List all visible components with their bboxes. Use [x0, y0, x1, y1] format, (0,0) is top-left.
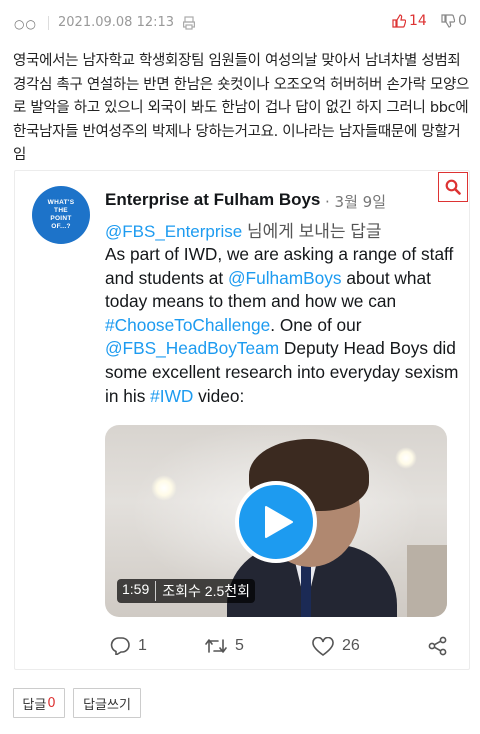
- avatar-text-line: THE: [54, 207, 68, 214]
- print-icon[interactable]: [183, 15, 196, 30]
- video-view-count: 조회수 2.5천회: [162, 583, 251, 599]
- tweet-share-button[interactable]: [428, 635, 448, 657]
- video-light: [151, 475, 177, 501]
- video-light: [395, 447, 417, 469]
- tweet-retweet-button[interactable]: 5: [205, 635, 244, 657]
- play-icon: [265, 506, 293, 538]
- tweet-video[interactable]: 1:59 조회수 2.5천회: [105, 425, 447, 617]
- comments-button[interactable]: 답글 0: [13, 688, 65, 718]
- menu-dots-icon[interactable]: ○○: [14, 17, 37, 31]
- upvote-count: 14: [409, 13, 427, 29]
- video-info-badge: 1:59 조회수 2.5천회: [117, 579, 256, 603]
- tweet-author-avatar[interactable]: WHAT'S THE POINT OF...?: [32, 186, 90, 244]
- post-header: ○○ 2021.09.08 12:13 14 0: [0, 0, 480, 44]
- upvote-button[interactable]: 14: [392, 13, 427, 29]
- avatar-text-line: WHAT'S: [47, 199, 75, 206]
- video-duration: 1:59: [122, 581, 150, 597]
- comment-icon: [110, 637, 130, 655]
- video-door: [407, 545, 447, 617]
- avatar-text-line: POINT: [50, 215, 72, 222]
- retweet-count: 5: [235, 637, 244, 654]
- tweet-date[interactable]: · 3월 9일: [325, 191, 386, 212]
- mention-link[interactable]: @FulhamBoys: [228, 268, 342, 288]
- comments-label: 답글: [22, 697, 47, 713]
- heart-icon: [312, 636, 334, 656]
- like-count: 26: [342, 637, 360, 654]
- downvote-count: 0: [458, 13, 467, 29]
- avatar-text-line: OF...?: [51, 223, 71, 230]
- tweet-reply-button[interactable]: 1: [110, 635, 147, 657]
- retweet-icon: [205, 639, 227, 653]
- hashtag-link[interactable]: #ChooseToChallenge: [105, 315, 270, 335]
- reply-suffix: 님에게 보내는 답글: [242, 222, 382, 241]
- write-comment-label: 답글쓰기: [83, 697, 131, 713]
- thumbs-up-icon: [392, 14, 406, 28]
- reply-count: 1: [138, 637, 147, 654]
- share-icon: [428, 636, 447, 656]
- comments-count: 0: [47, 695, 56, 711]
- reply-handle-link[interactable]: @FBS_Enterprise: [105, 222, 242, 241]
- tweet-author-name[interactable]: Enterprise at Fulham Boys: [105, 190, 320, 210]
- badge-divider: [155, 581, 157, 601]
- magnifier-icon: [445, 179, 461, 195]
- tweet-like-button[interactable]: 26: [312, 635, 360, 657]
- mention-link[interactable]: @FBS_HeadBoyTeam: [105, 338, 279, 358]
- thumbs-down-icon: [441, 14, 455, 28]
- zoom-image-button[interactable]: [438, 172, 468, 202]
- write-comment-button[interactable]: 답글쓰기: [73, 688, 141, 718]
- post-body: 영국에서는 남자학교 학생회장팀 임원들이 여성의날 맞아서 남녀차별 성범죄 …: [13, 53, 470, 163]
- tweet-text: video:: [193, 385, 245, 406]
- tweet-text: . One of our: [270, 314, 362, 335]
- hashtag-link[interactable]: #IWD: [150, 386, 193, 406]
- tweet-body: As part of IWD, we are asking a range of…: [105, 243, 460, 408]
- downvote-button[interactable]: 0: [441, 13, 467, 29]
- post-date: 2021.09.08 12:13: [58, 15, 175, 30]
- header-divider: [48, 16, 49, 30]
- tweet-reply-context: @FBS_Enterprise 님에게 보내는 답글: [105, 217, 382, 242]
- play-button[interactable]: [235, 481, 317, 563]
